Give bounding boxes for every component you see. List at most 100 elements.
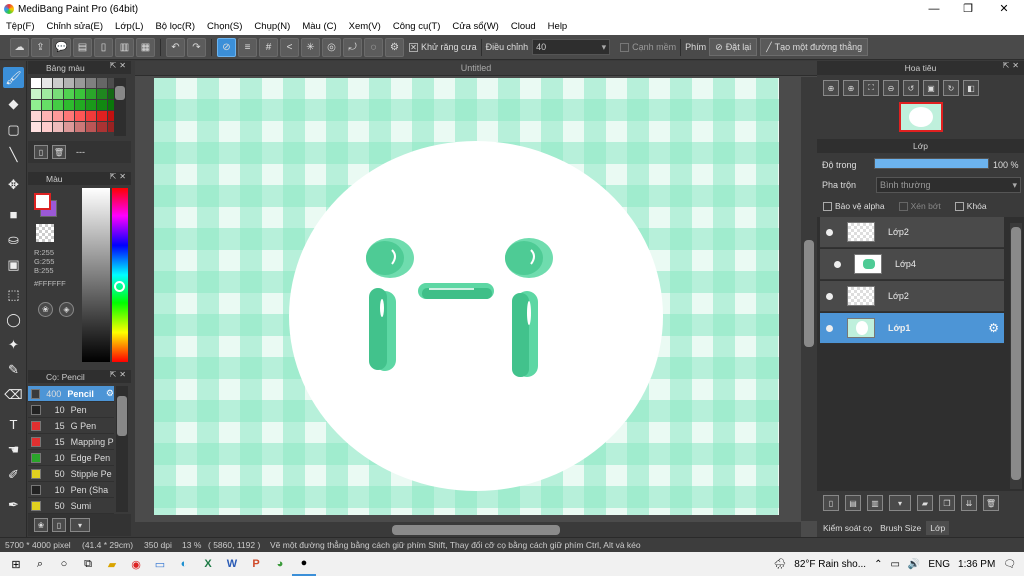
curve-snap-icon[interactable]: ⤾ [343,37,362,57]
layer-row[interactable]: Lớp4 [820,249,1004,280]
excel-icon[interactable]: X [196,552,220,576]
palette-swatch[interactable] [75,100,85,110]
transparent-color-swatch[interactable] [36,224,54,242]
page-icon[interactable]: ▯ [94,37,113,57]
brush-tool-icon[interactable]: 🖌 [3,67,24,88]
clock[interactable]: 1:36 PM [958,559,995,570]
add-layer-menu-icon[interactable]: ▾ [889,495,911,511]
palette-swatch[interactable] [64,122,74,132]
palette-swatch[interactable] [53,122,63,132]
network-icon[interactable]: ▭ [890,559,899,570]
palette-swatch[interactable] [42,89,52,99]
fullscreen-icon[interactable]: ▣ [923,80,939,96]
new-8bit-layer-icon[interactable]: ▥ [867,495,883,511]
menu-cloud[interactable]: Cloud [505,21,542,32]
monitor-icon[interactable]: ▭ [148,552,172,576]
brush-row[interactable]: 50 Sumi [28,498,114,514]
menu-layer[interactable]: Lớp(L) [109,21,149,32]
task-view-icon[interactable]: ⧉ [76,552,100,576]
tab-brush-control[interactable]: Kiểm soát cọ [820,521,875,535]
menu-file[interactable]: Tệp(F) [0,21,41,32]
zoom-reset-icon[interactable]: ⊕ [823,80,839,96]
dot-tool-icon[interactable]: ▢ [3,119,24,140]
palette-swatch[interactable] [86,111,96,121]
palette-swatch[interactable] [86,89,96,99]
close-button[interactable]: ✕ [986,0,1022,18]
pen-tool-icon[interactable]: ✒ [3,494,24,515]
palette-swatch[interactable] [97,78,107,88]
palette-swatch[interactable] [53,78,63,88]
palette-swatch[interactable] [64,78,74,88]
maximize-button[interactable]: ❐ [950,0,986,18]
snap-off-icon[interactable]: ⊘ [217,37,236,57]
brush-settings-icon[interactable]: ⚙ [106,388,114,399]
antialias-checkbox[interactable]: ✕ Khử răng cưa [409,42,477,52]
brightness-slider[interactable] [82,188,110,362]
select-pen-tool-icon[interactable]: ✎ [3,359,24,380]
palette-swatch[interactable] [42,78,52,88]
flip-icon[interactable]: ◧ [963,80,979,96]
line-tool-icon[interactable]: ╲ [3,144,24,165]
soft-edge-checkbox[interactable]: Cạnh mềm [620,42,676,52]
delete-palette-icon[interactable]: 🗑 [52,145,66,159]
brush-row[interactable]: 10 Pen (Sha [28,482,114,498]
radial-snap-icon[interactable]: ✳ [301,37,320,57]
palette-swatch[interactable] [53,111,63,121]
minimize-button[interactable]: — [916,0,952,18]
menu-window[interactable]: Cửa sổ(W) [446,21,504,32]
search-icon[interactable]: ⌕ [28,552,52,576]
adjust-combo[interactable]: 40 [532,39,611,55]
blend-mode-select[interactable]: Bình thường [876,177,1021,193]
palette-swatch[interactable] [86,122,96,132]
windows-start-icon[interactable]: ⊞ [4,552,28,576]
brush-row[interactable]: 15 G Pen [28,418,114,434]
brush-list-scrollbar[interactable] [116,386,128,512]
palette-swatches[interactable] [31,78,118,136]
move-tool-icon[interactable]: ✥ [3,174,24,195]
eye-icon[interactable] [826,324,833,332]
layer-list-scrollbar[interactable] [1010,223,1022,489]
reset-button[interactable]: ⊘ Đặt lại [709,38,758,56]
redo-icon[interactable]: ↷ [187,37,206,57]
brush-row[interactable]: 400 Pencil ⚙ [28,386,114,402]
palette-swatch[interactable] [64,89,74,99]
duplicate-layer-icon[interactable]: ❐ [939,495,955,511]
panel-float-close-icon[interactable]: ⇱✕ [1003,61,1022,70]
rotate-left-icon[interactable]: ↺ [903,80,919,96]
file-explorer-icon[interactable]: ▰ [100,552,124,576]
word-icon[interactable]: W [220,552,244,576]
brush-row[interactable]: 10 Pen [28,402,114,418]
merge-layer-icon[interactable]: ⇊ [961,495,977,511]
brush-menu-icon[interactable]: ▾ [70,518,90,532]
menu-tools[interactable]: Công cụ(T) [387,21,447,32]
undo-icon[interactable]: ↶ [166,37,185,57]
weather-icon[interactable]: 🌧 [774,559,787,570]
new-halftone-layer-icon[interactable]: ▤ [845,495,861,511]
panel-float-close-icon[interactable]: ⇱✕ [110,61,129,70]
circle-snap-icon[interactable]: ◎ [322,37,341,57]
language-indicator[interactable]: ENG [928,559,950,570]
new-palette-icon[interactable]: ▯ [34,145,48,159]
panel-icon[interactable]: ▥ [115,37,134,57]
palette-swatch[interactable] [53,89,63,99]
cloud-icon[interactable]: ☁ [10,37,29,57]
snap-settings-icon[interactable]: ⚙ [385,37,404,57]
tab-brush-size[interactable]: Brush Size [877,521,924,535]
select-eraser-tool-icon[interactable]: ⌫ [3,384,24,405]
palette-swatch[interactable] [53,100,63,110]
palette-swatch[interactable] [86,78,96,88]
straight-line-button[interactable]: ╱ Tạo một đường thẳng [760,38,869,56]
parallel-snap-icon[interactable]: ≡ [238,37,257,57]
palette-swatch[interactable] [75,111,85,121]
menu-color[interactable]: Màu (C) [296,21,342,32]
menu-edit[interactable]: Chỉnh sửa(E) [41,21,110,32]
menu-filter[interactable]: Bộ lọc(R) [149,21,201,32]
canvas-vertical-scrollbar[interactable] [801,77,817,521]
palette-swatch[interactable] [97,111,107,121]
palette-swatch[interactable] [64,100,74,110]
palette-swatch[interactable] [86,100,96,110]
eyedropper-tool-icon[interactable]: ✐ [3,464,24,485]
zoom-in-icon[interactable]: ⊕ [843,80,859,96]
upload-icon[interactable]: ⇪ [31,37,50,57]
drawing-canvas[interactable] [154,78,779,515]
